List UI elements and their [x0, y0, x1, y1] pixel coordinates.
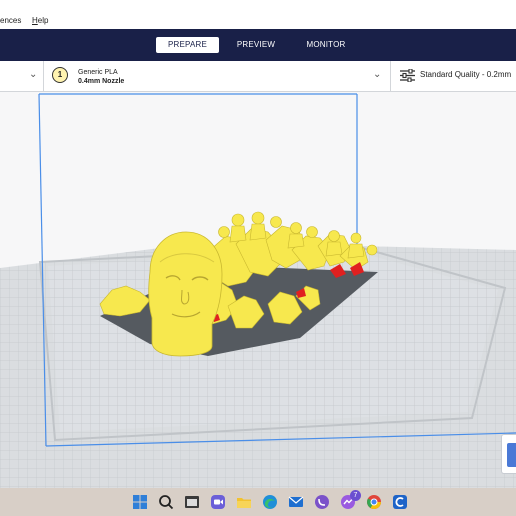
build-volume-scene [0, 92, 516, 488]
extruder-badge[interactable]: 1 [52, 67, 68, 83]
menu-bar: ences Help [0, 0, 516, 29]
side-panel-indicator [507, 443, 516, 467]
viber-icon[interactable] [313, 493, 331, 511]
toolbar-divider [43, 61, 44, 92]
material-name[interactable]: Generic PLA [78, 68, 118, 77]
side-panel-handle[interactable] [501, 434, 516, 474]
printer-chevron-down-icon[interactable]: ⌄ [29, 69, 37, 81]
chrome-icon[interactable] [365, 493, 383, 511]
3d-viewport[interactable] [0, 92, 516, 488]
nozzle-size[interactable]: 0.4mm Nozzle [78, 77, 124, 86]
notification-badge: 7 [350, 490, 361, 501]
tab-preview[interactable]: PREVIEW [227, 37, 285, 53]
search-icon[interactable] [157, 493, 175, 511]
windows-start-icon[interactable] [131, 493, 149, 511]
material-chevron-down-icon[interactable]: ⌄ [373, 69, 381, 81]
folder-icon[interactable] [235, 493, 253, 511]
tab-prepare[interactable]: PREPARE [156, 37, 219, 53]
menu-item-help[interactable]: Help [32, 16, 48, 26]
stage-header: PREPARE PREVIEW MONITOR [0, 29, 516, 61]
settings-sliders-icon[interactable] [400, 69, 415, 82]
tab-monitor[interactable]: MONITOR [296, 37, 356, 53]
video-call-icon[interactable] [209, 493, 227, 511]
toolbar-divider [390, 61, 391, 92]
edge-browser-icon[interactable] [261, 493, 279, 511]
print-quality-label[interactable]: Standard Quality - 0.2mm [420, 70, 511, 79]
cura-app-icon[interactable] [391, 493, 409, 511]
windows-taskbar: 7 [0, 488, 516, 516]
file-explorer-icon[interactable] [183, 493, 201, 511]
menu-item-preferences[interactable]: ences [0, 16, 21, 26]
mail-icon[interactable] [287, 493, 305, 511]
head-bust-model[interactable] [148, 231, 223, 357]
